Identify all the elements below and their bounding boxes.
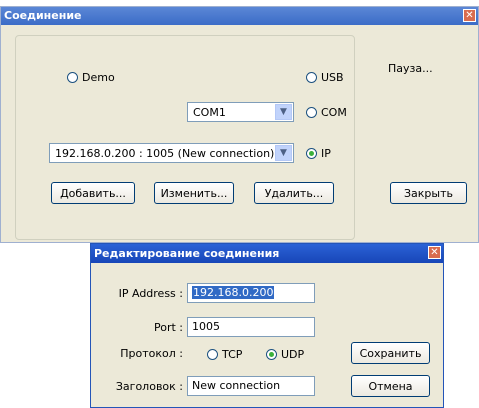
pause-label: Пауза...: [388, 62, 433, 75]
connection-options-group: [15, 35, 355, 240]
connection-window-titlebar[interactable]: Соединение ✕: [1, 7, 478, 25]
chevron-down-icon[interactable]: ▼: [275, 145, 292, 161]
radio-ip[interactable]: IP: [306, 147, 331, 160]
radio-usb-label: USB: [321, 71, 344, 84]
com-port-value: COM1: [193, 105, 226, 119]
radio-ip-circle[interactable]: [306, 148, 317, 159]
radio-udp-label: UDP: [281, 348, 305, 361]
save-button[interactable]: Сохранить: [351, 342, 430, 364]
close-icon[interactable]: ✕: [428, 246, 441, 259]
ip-address-label: IP Address :: [118, 287, 183, 300]
ip-address-field[interactable]: 192.168.0.200: [187, 283, 315, 303]
radio-demo-circle[interactable]: [67, 72, 78, 83]
connection-value: 192.168.0.200 : 1005 (New connection): [55, 146, 275, 160]
port-label: Port :: [153, 321, 183, 334]
protocol-label: Протокол :: [120, 347, 183, 360]
add-button[interactable]: Добавить...: [51, 182, 135, 204]
edit-button[interactable]: Изменить...: [154, 182, 234, 204]
radio-tcp-circle[interactable]: [207, 349, 218, 360]
com-port-select[interactable]: COM1 ▼: [187, 102, 294, 122]
connection-window: Соединение ✕ Demo USB Пауза... COM1 ▼ CO…: [0, 6, 479, 243]
caption-label: Заголовок :: [115, 380, 183, 393]
radio-demo-label: Demo: [82, 71, 115, 84]
ip-address-value: 192.168.0.200: [192, 286, 275, 299]
dialog-title: Редактирование соединения: [94, 247, 280, 260]
edit-dialog-titlebar[interactable]: Редактирование соединения ✕: [91, 244, 443, 263]
cancel-button[interactable]: Отмена: [351, 375, 430, 397]
chevron-down-icon[interactable]: ▼: [275, 104, 292, 120]
connection-select[interactable]: 192.168.0.200 : 1005 (New connection) ▼: [49, 143, 294, 163]
radio-tcp[interactable]: TCP: [207, 348, 242, 361]
radio-usb-circle[interactable]: [306, 72, 317, 83]
radio-ip-label: IP: [321, 147, 331, 160]
radio-usb[interactable]: USB: [306, 71, 344, 84]
radio-com[interactable]: COM: [306, 106, 347, 119]
window-title: Соединение: [4, 9, 82, 22]
close-icon[interactable]: ✕: [463, 9, 476, 22]
port-field[interactable]: 1005: [187, 317, 315, 337]
radio-demo[interactable]: Demo: [67, 71, 115, 84]
caption-field[interactable]: New connection: [187, 376, 315, 396]
radio-com-circle[interactable]: [306, 107, 317, 118]
radio-tcp-label: TCP: [222, 348, 243, 361]
radio-com-label: COM: [321, 106, 347, 119]
delete-button[interactable]: Удалить...: [254, 182, 334, 204]
edit-connection-dialog: Редактирование соединения ✕ IP Address :…: [90, 243, 444, 408]
radio-udp[interactable]: UDP: [266, 348, 304, 361]
radio-udp-circle[interactable]: [266, 349, 277, 360]
close-button[interactable]: Закрыть: [390, 182, 467, 204]
